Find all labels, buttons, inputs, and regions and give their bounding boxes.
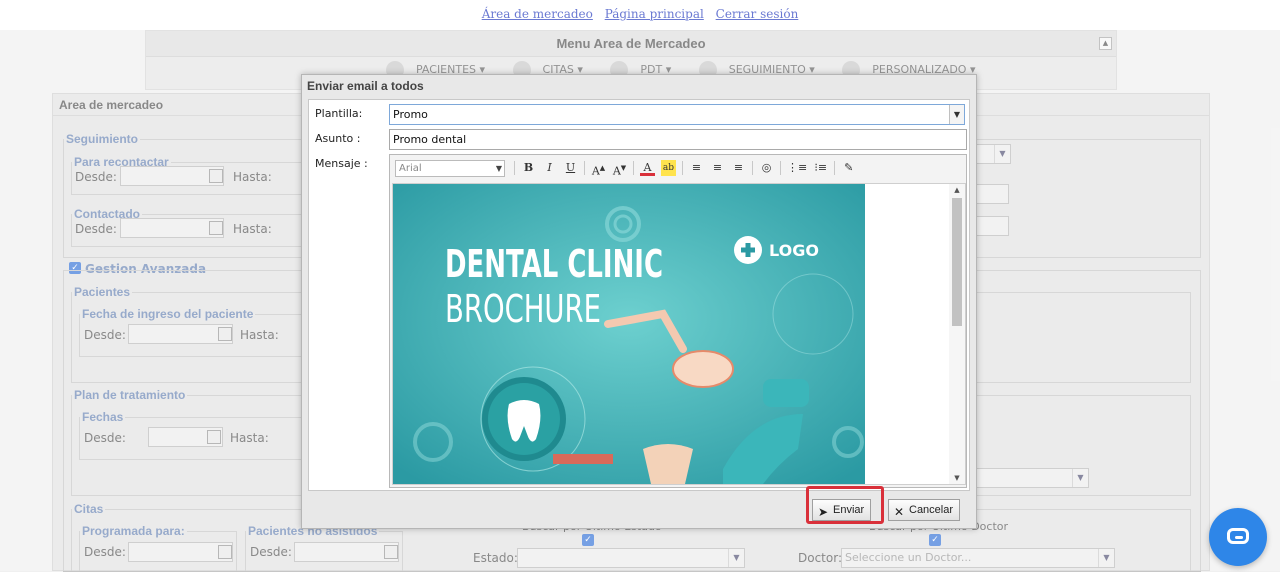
- plantilla-label: Plantilla:: [315, 107, 363, 120]
- enviar-highlight: [806, 486, 884, 524]
- editor-scrollbar[interactable]: ▲ ▼: [949, 184, 965, 484]
- message-editor: Arial ▼ B I U A▲ A▼ A ab ≡ ≡ ≡ ◎ ⋮≡ ⁝≡ ✎…: [389, 154, 967, 488]
- source-code-icon[interactable]: ✎: [841, 160, 856, 176]
- asunto-value: Promo dental: [393, 133, 467, 146]
- unordered-list-icon[interactable]: ⁝≡: [813, 160, 828, 176]
- close-icon: ✕: [894, 505, 905, 519]
- cancelar-label: Cancelar: [909, 504, 954, 516]
- italic-button[interactable]: I: [542, 160, 557, 176]
- asunto-label: Asunto :: [315, 132, 361, 145]
- align-right-icon[interactable]: ≡: [731, 160, 746, 176]
- chevron-down-icon: ▼: [495, 163, 502, 173]
- cancelar-button[interactable]: ✕ Cancelar: [888, 499, 961, 521]
- brochure-image: DENTAL CLINIC BROCHURE LOGO: [393, 184, 865, 484]
- insert-link-icon[interactable]: ◎: [759, 160, 774, 176]
- highlight-color-icon[interactable]: ab: [661, 160, 676, 176]
- toolbar-separator: [633, 161, 634, 175]
- bold-button[interactable]: B: [521, 160, 536, 176]
- scroll-up-icon[interactable]: ▲: [949, 184, 965, 196]
- modal-body: Plantilla: Promo ▼ Asunto : Promo dental…: [308, 99, 970, 491]
- font-size-decrease-icon[interactable]: A▼: [612, 160, 627, 178]
- asunto-input[interactable]: Promo dental: [389, 129, 967, 150]
- text-color-icon[interactable]: A: [640, 160, 655, 176]
- font-size-increase-icon[interactable]: A▲: [591, 160, 606, 178]
- toolbar-separator: [514, 161, 515, 175]
- mensaje-label: Mensaje :: [315, 157, 368, 170]
- toolbar-separator: [682, 161, 683, 175]
- chat-icon: [1227, 528, 1249, 544]
- toolbar-separator: [752, 161, 753, 175]
- font-family-select[interactable]: Arial ▼: [395, 159, 505, 177]
- underline-button[interactable]: U: [563, 160, 578, 176]
- align-center-icon[interactable]: ≡: [710, 160, 725, 176]
- plantilla-value: Promo: [393, 108, 428, 121]
- scroll-thumb[interactable]: [952, 198, 962, 326]
- toolbar-separator: [780, 161, 781, 175]
- email-modal: Enviar email a todos Plantilla: Promo ▼ …: [301, 74, 977, 529]
- toolbar-separator: [584, 161, 585, 175]
- scroll-down-icon[interactable]: ▼: [949, 472, 965, 484]
- font-family-value: Arial: [399, 162, 422, 174]
- modal-title: Enviar email a todos: [307, 79, 424, 93]
- image-logo-text: LOGO: [769, 241, 819, 260]
- editor-content[interactable]: DENTAL CLINIC BROCHURE LOGO ▲ ▼: [392, 183, 966, 485]
- image-headline: DENTAL CLINIC: [445, 242, 663, 286]
- toolbar-separator: [834, 161, 836, 175]
- chevron-down-icon: ▼: [949, 105, 964, 124]
- plantilla-select[interactable]: Promo ▼: [389, 104, 965, 125]
- ordered-list-icon[interactable]: ⋮≡: [787, 160, 807, 176]
- chat-button[interactable]: [1209, 508, 1267, 566]
- image-subheadline: BROCHURE: [445, 287, 601, 331]
- align-left-icon[interactable]: ≡: [689, 160, 704, 176]
- editor-toolbar: Arial ▼ B I U A▲ A▼ A ab ≡ ≡ ≡ ◎ ⋮≡ ⁝≡ ✎: [390, 155, 966, 181]
